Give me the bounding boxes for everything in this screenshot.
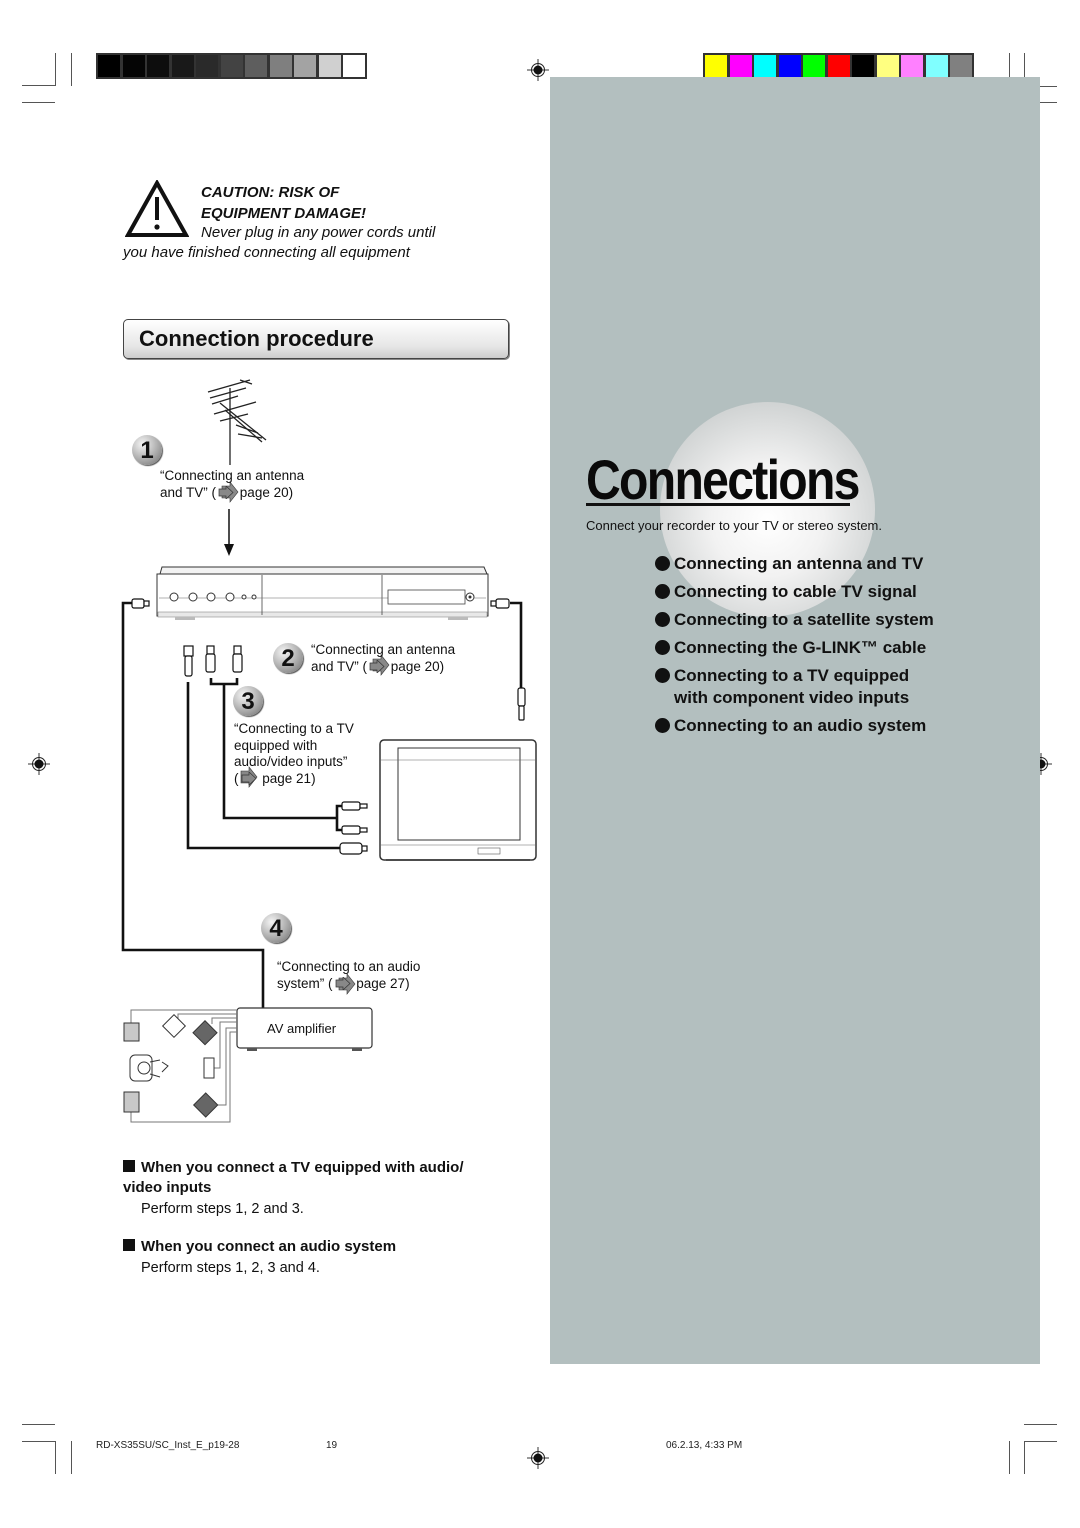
page-link[interactable]: page 27) (356, 976, 409, 991)
step-badge-4: 4 (261, 913, 291, 943)
antenna-icon (207, 379, 267, 465)
down-arrow-icon (224, 509, 234, 556)
page-link[interactable]: page 20) (391, 659, 444, 674)
dvd-recorder-icon (156, 566, 489, 620)
step-badge-1: 1 (132, 435, 162, 465)
note-heading: When you connect a TV equipped with audi… (123, 1159, 464, 1196)
amplifier-label: AV amplifier (267, 1021, 337, 1036)
connection-diagram (121, 379, 537, 1123)
step-1-caption: “Connecting an antenna and TV” ( page 20… (160, 468, 305, 500)
page-ref-arrow-icon (369, 658, 385, 674)
footer-filename: RD-XS35SU/SC_Inst_E_p19-28 (96, 1440, 240, 1451)
step-badge-2: 2 (273, 643, 303, 673)
page-link[interactable]: page 21) (262, 771, 315, 786)
note-heading: When you connect an audio system (123, 1237, 396, 1257)
footer-page-number: 19 (326, 1440, 338, 1451)
square-bullet-icon (123, 1160, 135, 1172)
speaker-layout (123, 1009, 237, 1123)
note-body: Perform steps 1, 2 and 3. (141, 1201, 304, 1217)
footer-timestamp: 06.2.13, 4:33 PM (666, 1440, 743, 1451)
tv-icon (379, 739, 537, 861)
step-badge-3: 3 (233, 686, 263, 716)
page-ref-arrow-icon (241, 770, 257, 786)
square-bullet-icon (123, 1239, 135, 1251)
page-ref-arrow-icon (218, 484, 234, 500)
page-ref-arrow-icon (335, 975, 351, 991)
step-4-caption: “Connecting to an audio system” ( page 2… (277, 959, 421, 991)
page-link[interactable]: page 20) (240, 485, 293, 500)
step-3-caption: “Connecting to a TV equipped with audio/… (234, 721, 354, 786)
step-2-caption: “Connecting an antenna and TV” ( page 20… (311, 642, 456, 674)
note-body: Perform steps 1, 2, 3 and 4. (141, 1260, 320, 1276)
